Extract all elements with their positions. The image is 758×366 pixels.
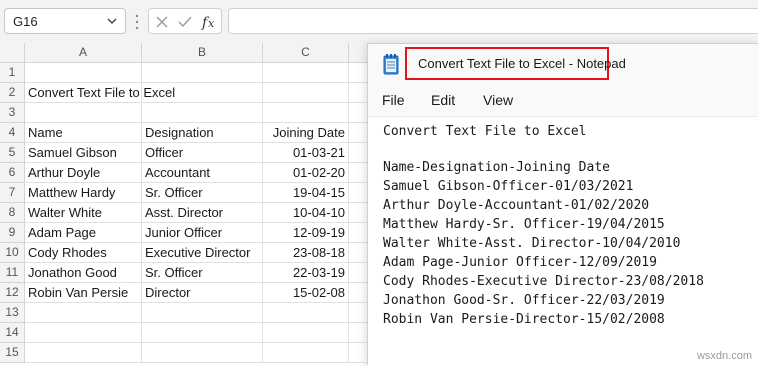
row-header[interactable]: 1 xyxy=(0,63,25,83)
row-header[interactable]: 15 xyxy=(0,343,25,363)
notepad-line: Jonathon Good-Sr. Officer-22/03/2019 xyxy=(383,293,665,308)
select-all-corner[interactable] xyxy=(0,43,25,63)
row-header[interactable]: 7 xyxy=(0,183,25,203)
notepad-text-area[interactable]: Convert Text File to Excel Name-Designati… xyxy=(368,116,758,366)
cell-a1[interactable] xyxy=(25,63,142,83)
menu-file[interactable]: File xyxy=(382,92,405,108)
cancel-icon[interactable] xyxy=(154,14,170,30)
notepad-titlebar[interactable]: Convert Text File to Excel - Notepad xyxy=(368,44,758,84)
notepad-menubar: File Edit View xyxy=(368,84,758,116)
cell-c3[interactable] xyxy=(263,103,349,123)
cell-a14[interactable] xyxy=(25,323,142,343)
cell-c9[interactable]: 12-09-19 xyxy=(263,223,349,243)
column-header-c[interactable]: C xyxy=(263,43,349,63)
cell-a6[interactable]: Arthur Doyle xyxy=(25,163,142,183)
cell-b2[interactable] xyxy=(142,83,263,103)
cell-c7[interactable]: 19-04-15 xyxy=(263,183,349,203)
row-header[interactable]: 3 xyxy=(0,103,25,123)
row-header[interactable]: 8 xyxy=(0,203,25,223)
cell-c6[interactable]: 01-02-20 xyxy=(263,163,349,183)
notepad-icon xyxy=(383,54,399,75)
cell-a10[interactable]: Cody Rhodes xyxy=(25,243,142,263)
menu-edit[interactable]: Edit xyxy=(431,92,455,108)
notepad-window: Convert Text File to Excel - Notepad Fil… xyxy=(367,43,758,366)
cell-b6[interactable]: Accountant xyxy=(142,163,263,183)
cell-c5[interactable]: 01-03-21 xyxy=(263,143,349,163)
notepad-line: Samuel Gibson-Officer-01/03/2021 xyxy=(383,179,634,194)
cell-b3[interactable] xyxy=(142,103,263,123)
cell-b4[interactable]: Designation xyxy=(142,123,263,143)
drag-handle-icon[interactable] xyxy=(134,13,140,31)
cell-c13[interactable] xyxy=(263,303,349,323)
row-header[interactable]: 6 xyxy=(0,163,25,183)
notepad-line: Name-Designation-Joining Date xyxy=(383,160,610,175)
cell-a13[interactable] xyxy=(25,303,142,323)
row-header[interactable]: 5 xyxy=(0,143,25,163)
cell-c8[interactable]: 10-04-10 xyxy=(263,203,349,223)
formula-bar: G16 f x xyxy=(0,0,758,44)
cell-b8[interactable]: Asst. Director xyxy=(142,203,263,223)
cell-c15[interactable] xyxy=(263,343,349,363)
insert-function-icon[interactable]: f x xyxy=(201,14,217,30)
confirm-icon[interactable] xyxy=(177,14,193,30)
cell-a5[interactable]: Samuel Gibson xyxy=(25,143,142,163)
cell-b7[interactable]: Sr. Officer xyxy=(142,183,263,203)
cell-a11[interactable]: Jonathon Good xyxy=(25,263,142,283)
window-title: Convert Text File to Excel - Notepad xyxy=(418,56,626,71)
row-header[interactable]: 12 xyxy=(0,283,25,303)
cell-c2[interactable] xyxy=(263,83,349,103)
cell-c11[interactable]: 22-03-19 xyxy=(263,263,349,283)
cell-a7[interactable]: Matthew Hardy xyxy=(25,183,142,203)
notepad-line: Adam Page-Junior Officer-12/09/2019 xyxy=(383,255,657,270)
cell-b5[interactable]: Officer xyxy=(142,143,263,163)
menu-view[interactable]: View xyxy=(483,92,513,108)
notepad-line: Convert Text File to Excel xyxy=(383,124,587,139)
row-header[interactable]: 4 xyxy=(0,123,25,143)
svg-text:x: x xyxy=(208,17,215,30)
notepad-line: Robin Van Persie-Director-15/02/2008 xyxy=(383,312,665,327)
cell-a9[interactable]: Adam Page xyxy=(25,223,142,243)
chevron-down-icon[interactable] xyxy=(105,14,119,28)
cell-c4[interactable]: Joining Date xyxy=(263,123,349,143)
cell-a3[interactable] xyxy=(25,103,142,123)
cell-a4[interactable]: Name xyxy=(25,123,142,143)
formula-controls: f x xyxy=(148,8,222,34)
column-header-a[interactable]: A xyxy=(25,43,142,63)
cell-c10[interactable]: 23-08-18 xyxy=(263,243,349,263)
cell-b10[interactable]: Executive Director xyxy=(142,243,263,263)
cell-b15[interactable] xyxy=(142,343,263,363)
cell-a8[interactable]: Walter White xyxy=(25,203,142,223)
title-highlight-box: Convert Text File to Excel - Notepad xyxy=(405,47,626,80)
row-header[interactable]: 9 xyxy=(0,223,25,243)
notepad-line: Cody Rhodes-Executive Director-23/08/201… xyxy=(383,274,704,289)
notepad-line: Walter White-Asst. Director-10/04/2010 xyxy=(383,236,681,251)
notepad-line: Matthew Hardy-Sr. Officer-19/04/2015 xyxy=(383,217,665,232)
cell-a15[interactable] xyxy=(25,343,142,363)
watermark: wsxdn.com xyxy=(696,350,752,362)
cell-c14[interactable] xyxy=(263,323,349,343)
row-header[interactable]: 2 xyxy=(0,83,25,103)
notepad-line: Arthur Doyle-Accountant-01/02/2020 xyxy=(383,198,650,213)
row-header[interactable]: 10 xyxy=(0,243,25,263)
cell-b9[interactable]: Junior Officer xyxy=(142,223,263,243)
cell-a2[interactable]: Convert Text File to Excel xyxy=(25,83,175,103)
formula-input[interactable] xyxy=(228,8,758,34)
cell-b11[interactable]: Sr. Officer xyxy=(142,263,263,283)
cell-b14[interactable] xyxy=(142,323,263,343)
cell-b12[interactable]: Director xyxy=(142,283,263,303)
row-header[interactable]: 14 xyxy=(0,323,25,343)
column-header-b[interactable]: B xyxy=(142,43,263,63)
cell-c12[interactable]: 15-02-08 xyxy=(263,283,349,303)
cell-a12[interactable]: Robin Van Persie xyxy=(25,283,142,303)
cell-b13[interactable] xyxy=(142,303,263,323)
row-header[interactable]: 11 xyxy=(0,263,25,283)
row-header[interactable]: 13 xyxy=(0,303,25,323)
cell-c1[interactable] xyxy=(263,63,349,83)
name-box-value: G16 xyxy=(13,14,38,29)
cell-b1[interactable] xyxy=(142,63,263,83)
name-box[interactable]: G16 xyxy=(4,8,126,34)
